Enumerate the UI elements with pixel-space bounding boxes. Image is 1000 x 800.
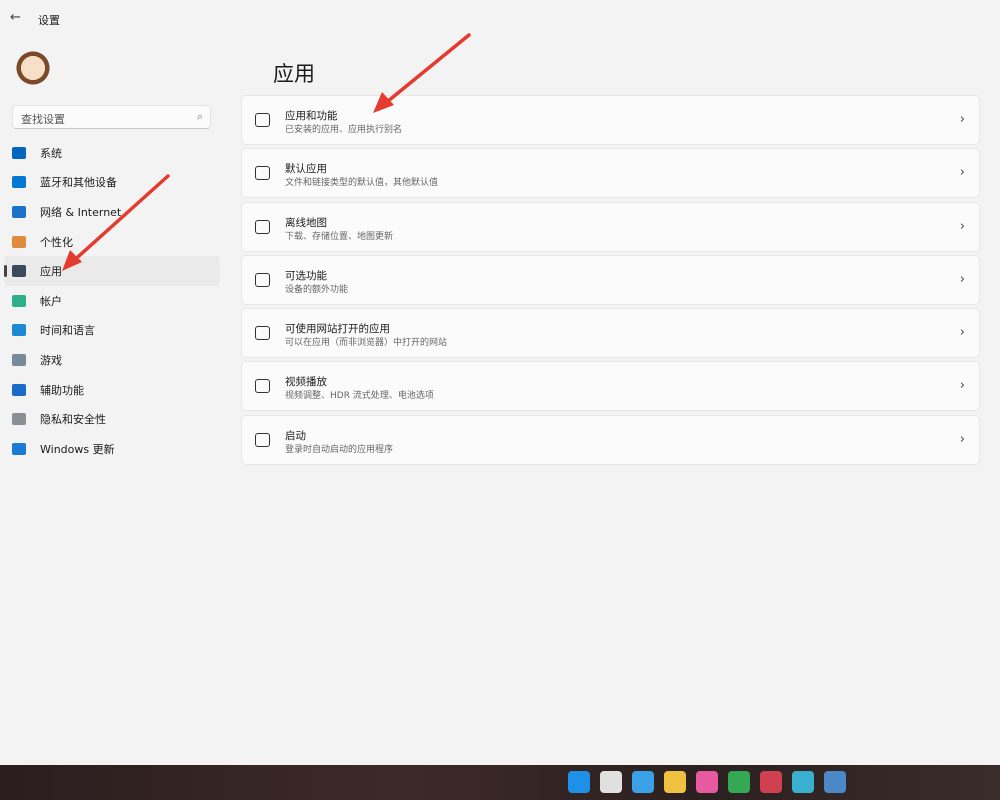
chrome-icon[interactable] [728,771,750,793]
sidebar-item[interactable]: 蓝牙和其他设备 [4,168,220,198]
card-title: 启动 [285,429,306,442]
sidebar-item-label: 系统 [40,146,62,160]
chevron-right-icon: › [959,325,965,341]
sidebar-item[interactable]: 时间和语言 [4,316,220,346]
chevron-right-icon: › [959,378,965,394]
page-title: 应用 [273,62,315,86]
sidebar-item[interactable]: 系统 [4,138,220,168]
open-external-icon [255,326,270,341]
start-icon[interactable] [568,771,590,793]
sidebar-item-label: 蓝牙和其他设备 [40,176,117,190]
search-placeholder: 查找设置 [21,113,65,126]
apps-icon [12,265,26,278]
card-title: 应用和功能 [285,110,338,122]
taskbar [0,765,1000,800]
wifi-icon [12,205,26,218]
settings-card[interactable]: 可选功能设备的额外功能 › [241,254,980,305]
monitor-icon [12,146,26,159]
sidebar-item[interactable]: 应用 [4,256,220,286]
widgets-icon[interactable] [632,771,654,793]
sidebar-item-label: Windows 更新 [40,442,115,456]
search-icon[interactable] [600,771,622,793]
sidebar-item-label: 个性化 [40,235,73,249]
paint-icon[interactable] [792,771,814,793]
sidebar-item-label: 辅助功能 [40,383,84,397]
bluetooth-icon [12,176,26,189]
chevron-right-icon: › [959,271,965,287]
card-subtitle: 已安装的应用、应用执行别名 [285,125,403,135]
update-icon [12,442,26,455]
sidebar-item[interactable]: 辅助功能 [4,375,220,405]
settings-list: 应用和功能 已安装的应用、应用执行别名 › 默认应用 文件和链接类型的默认值，其他默认值… [241,95,980,468]
add-grid-icon [255,272,270,287]
app-title: 设置 [38,14,60,27]
sidebar-item[interactable]: 隐私和安全性 [4,404,220,434]
person-icon [12,294,26,307]
sidebar-item-label: 网络 & Internet [40,205,122,219]
brush-icon [12,235,26,248]
title-bar: ← 设置 [0,0,1000,36]
search-input[interactable]: 查找设置 ⌕ [12,105,211,129]
accessibility-icon [12,383,26,396]
card-subtitle: 下载、存储位置、地图更新 [285,231,394,242]
card-subtitle: 视频调整、HDR 流式处理、电池选项 [285,391,434,402]
settings-card[interactable]: 视频播放视频调整、HDR 流式处理、电池选项 › [241,361,980,412]
shield-icon [12,413,26,426]
chevron-right-icon: › [959,165,965,181]
settings-card[interactable]: 应用和功能已安装的应用、应用执行别名 › [241,95,980,145]
sidebar-item[interactable]: 帐户 [4,286,220,316]
card-title: 离线地图 [285,216,327,229]
sidebar-item-label: 帐户 [40,294,62,308]
avatar[interactable] [13,46,53,86]
sidebar-item[interactable]: 个性化 [4,227,220,257]
card-title: 可选功能 [285,269,327,282]
sidebar-item-label: 游戏 [40,353,62,367]
gamepad-icon [12,353,26,366]
card-title: 视频播放 [285,376,327,389]
sidebar-item[interactable]: 游戏 [4,345,220,375]
map-download-icon [255,219,270,234]
card-subtitle: 文件和链接类型的默认值，其他默认值 [285,178,439,189]
sidebar-nav: 系统蓝牙和其他设备 网络 & Internet 个性化应用帐户时间和语言游戏辅助功能… [4,138,220,464]
chevron-right-icon: › [959,431,965,447]
settings-card[interactable]: 启动登录时自动启动的应用程序 › [241,414,980,465]
chevron-right-icon: › [959,112,965,127]
video-icon [255,379,270,394]
sidebar-item-label: 应用 [40,265,62,279]
sidebar-item[interactable]: Windows 更新 [4,434,220,464]
settings-card[interactable]: 离线地图下载、存储位置、地图更新 › [241,201,980,252]
card-title: 可使用网站打开的应用 [285,323,390,336]
settings-card[interactable]: 可使用网站打开的应用可以在应用（而非浏览器）中打开的网站 › [241,308,980,359]
settings-icon[interactable] [824,771,846,793]
chevron-right-icon: › [959,218,965,234]
card-subtitle: 可以在应用（而非浏览器）中打开的网站 [285,338,448,349]
settings-card[interactable]: 默认应用文件和链接类型的默认值，其他默认值 › [241,148,980,199]
default-app-icon [255,166,270,181]
card-title: 默认应用 [285,163,327,176]
sidebar-item-label: 隐私和安全性 [40,413,106,427]
back-arrow-icon[interactable]: ← [10,10,21,25]
globe-clock-icon [12,324,26,337]
startup-icon [255,432,270,447]
card-subtitle: 设备的额外功能 [285,284,349,295]
sidebar-item-label: 时间和语言 [40,324,95,338]
file-explorer-icon[interactable] [664,771,686,793]
search-icon[interactable]: ⌕ [197,110,203,124]
list-icon [255,113,270,127]
sidebar-item[interactable]: 网络 & Internet [4,197,220,227]
color-app-icon[interactable] [696,771,718,793]
app-icon[interactable] [760,771,782,793]
card-subtitle: 登录时自动启动的应用程序 [285,444,394,455]
